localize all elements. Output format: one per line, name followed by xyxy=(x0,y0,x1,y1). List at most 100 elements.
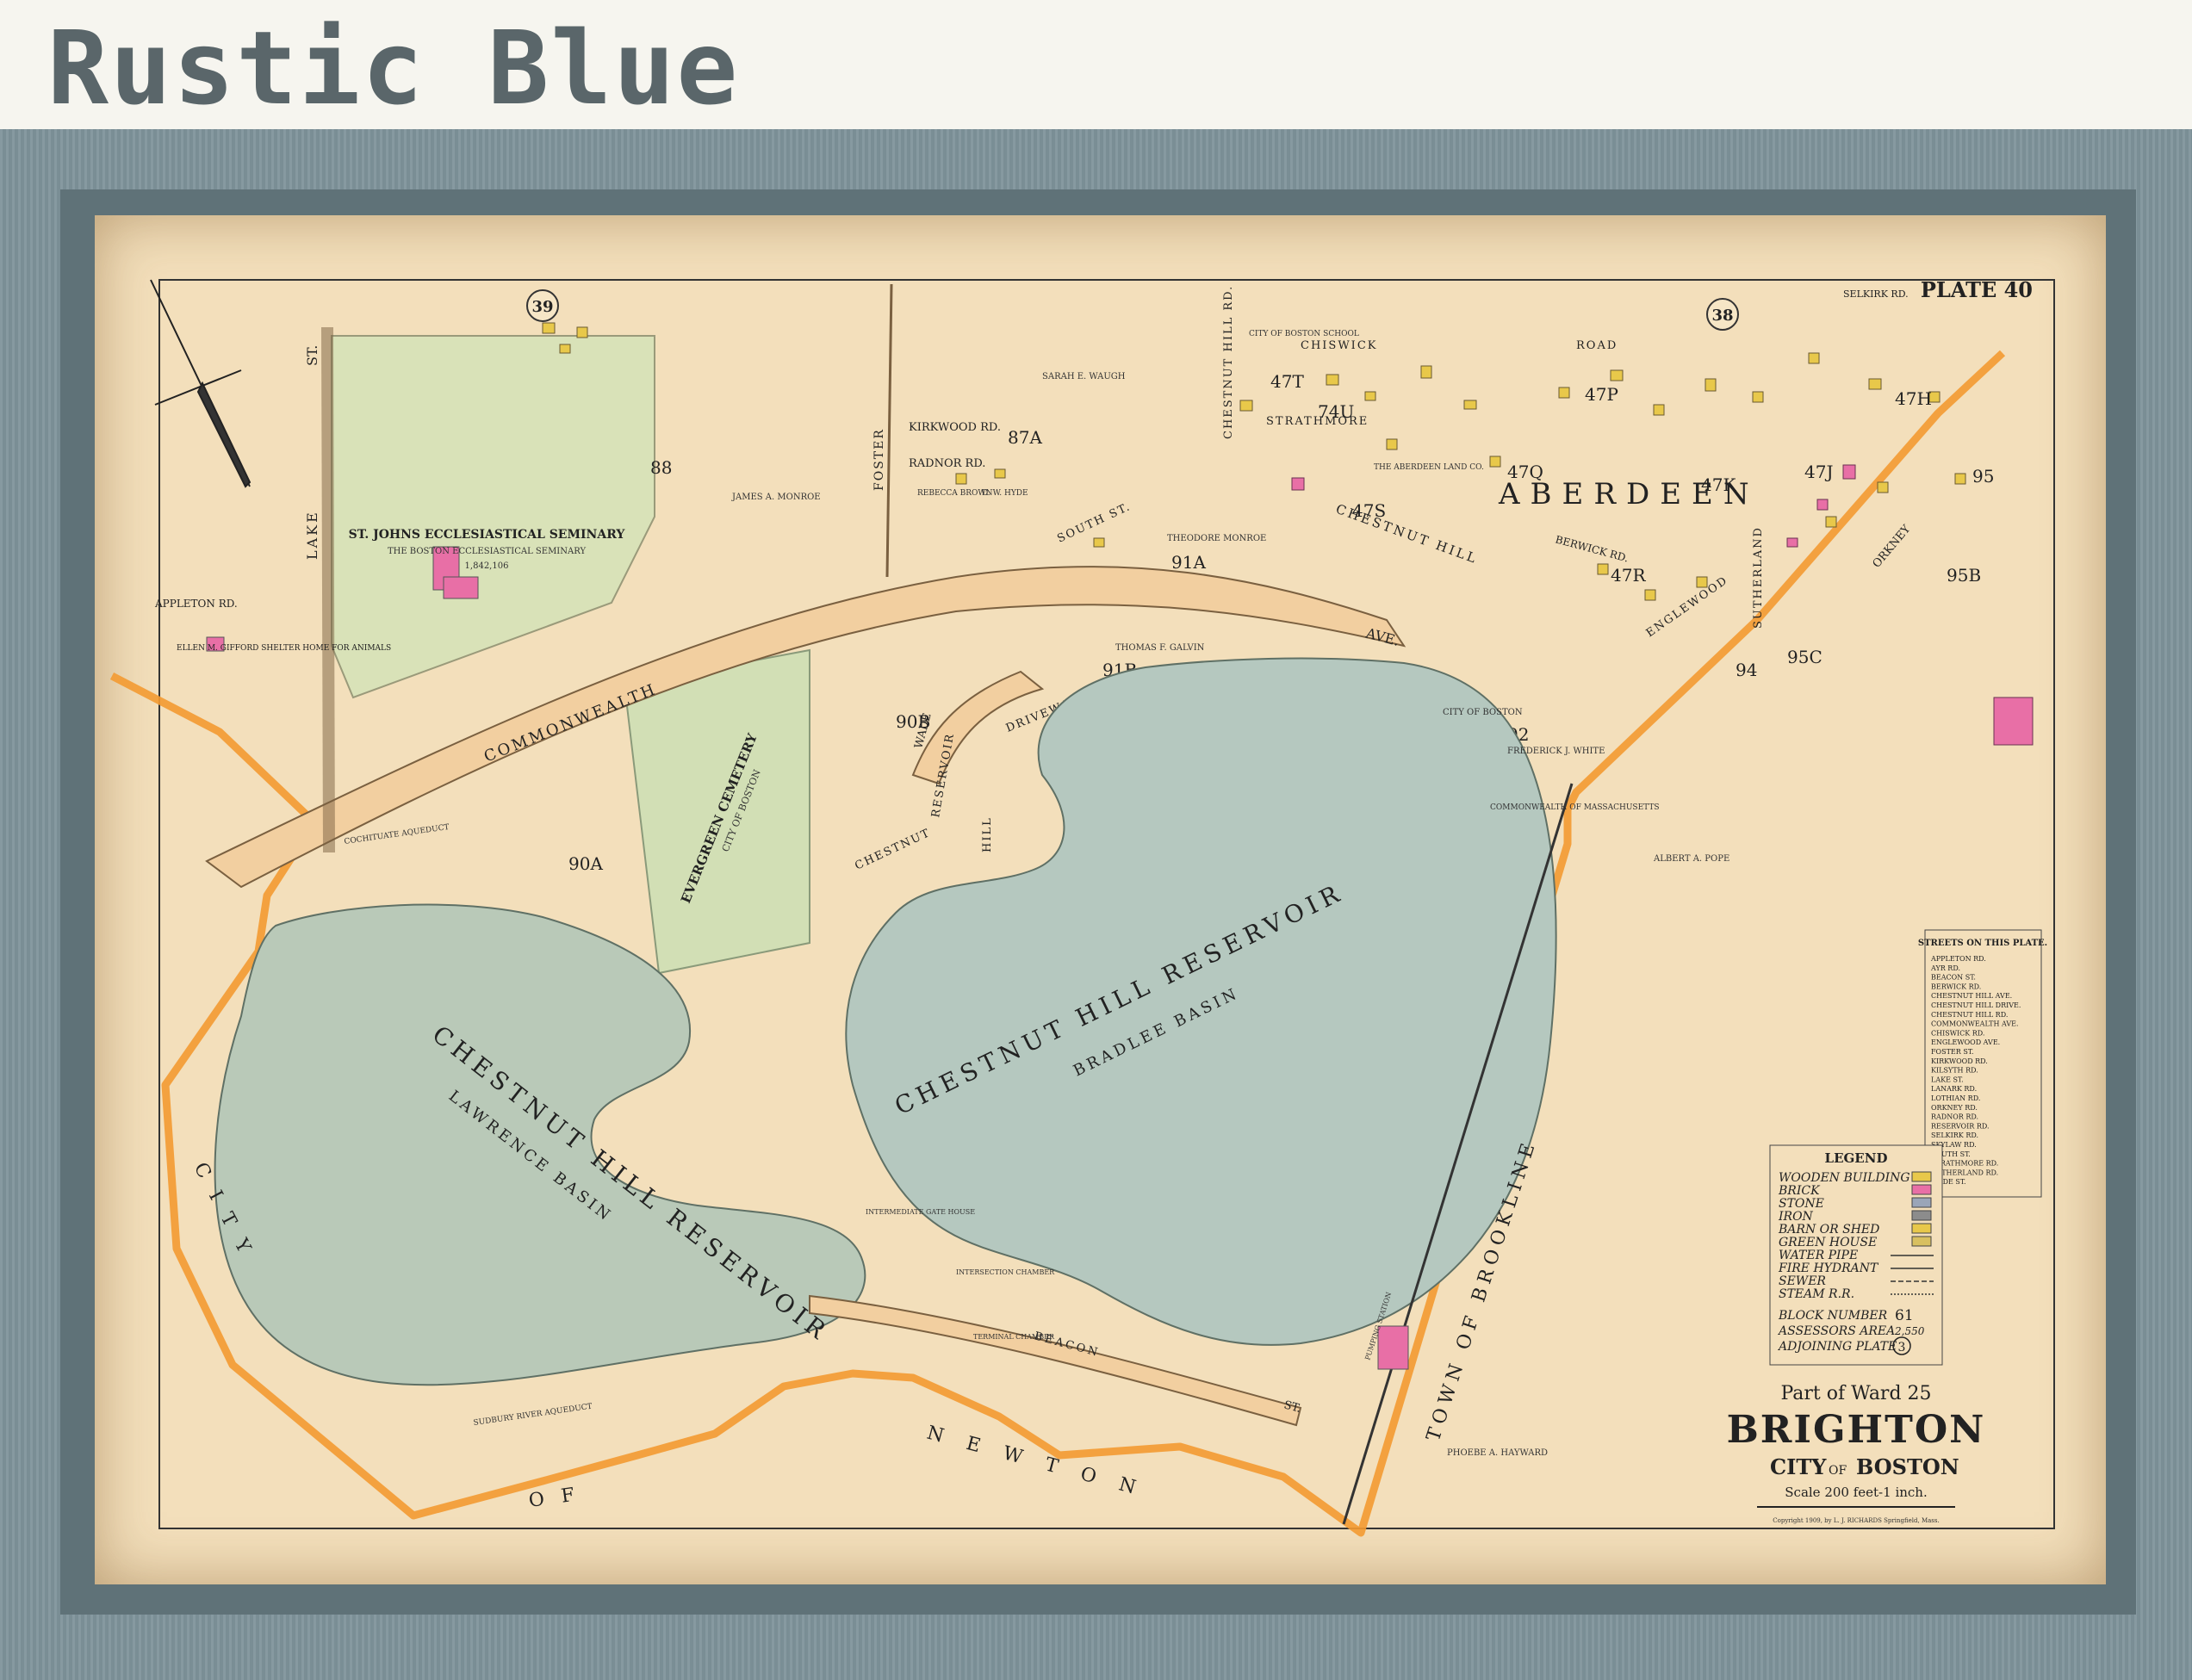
gate-house-label: INTERMEDIATE GATE HOUSE xyxy=(866,1208,975,1216)
scale-label: Scale 200 feet-1 inch. xyxy=(1785,1485,1927,1500)
legend-swatch xyxy=(1911,1210,1932,1221)
streets-list-heading: STREETS ON THIS PLATE. xyxy=(1918,939,2047,948)
streets-list-item: CHESTNUT HILL RD. xyxy=(1931,1011,2008,1019)
shelter-label: ELLEN M. GIFFORD SHELTER HOME FOR ANIMAL… xyxy=(177,644,391,653)
legend-assessors-area: ASSESSORS AREA xyxy=(1777,1324,1895,1338)
pumping-station xyxy=(1377,1325,1409,1370)
block-87a: 87A xyxy=(1008,427,1042,448)
owner-phoebe-hayward: PHOEBE A. HAYWARD xyxy=(1447,1448,1548,1458)
district-label: BRIGHTON xyxy=(1727,1408,1986,1452)
legend-item-label: WATER PIPE xyxy=(1779,1249,1858,1262)
seminary-area: 1,842,106 xyxy=(465,561,509,571)
streets-list-item: ENGLEWOOD AVE. xyxy=(1931,1038,2000,1046)
chiswick-label: CHISWICK xyxy=(1301,339,1377,352)
owner-aberdeen-land: THE ABERDEEN LAND CO. xyxy=(1374,463,1484,472)
legend-heading: LEGEND xyxy=(1825,1150,1888,1166)
title-bar: Rustic Blue xyxy=(0,0,2192,129)
seminary-label: ST. JOHNS ECCLESIASTICAL SEMINARY xyxy=(349,528,626,542)
streets-list-item: CHISWICK RD. xyxy=(1931,1029,1984,1037)
legend-item-label: WOODEN BUILDING xyxy=(1779,1171,1910,1185)
sutherland-label: SUTHERLAND xyxy=(1752,526,1765,629)
map-canvas: PLATE 40 ST. JOHNS ECCLESIASTICAL SEMINA… xyxy=(109,277,2055,1537)
seminary-wing xyxy=(443,576,479,599)
adjoining-plate-left: 39 xyxy=(531,298,553,316)
streets-list-item: BERWICK RD. xyxy=(1931,983,1981,990)
seminary-owner: THE BOSTON ECCLESIASTICAL SEMINARY xyxy=(388,547,587,556)
streets-list-item: AYR RD. xyxy=(1930,964,1960,972)
legend-item-label: IRON xyxy=(1778,1210,1814,1224)
streets-list-item: SELKIRK RD. xyxy=(1931,1131,1978,1139)
streets-list-item: CHESTNUT HILL DRIVE. xyxy=(1931,1001,2021,1009)
block-47q: 47Q xyxy=(1507,462,1543,482)
radnor-label: RADNOR RD. xyxy=(909,457,985,470)
streets-list-item: RESERVOIR RD. xyxy=(1931,1122,1990,1130)
page-title: Rustic Blue xyxy=(47,9,740,127)
title-block: Part of Ward 25 BRIGHTON CITY OF BOSTON … xyxy=(1727,1383,1986,1524)
streets-list-item: FOSTER ST. xyxy=(1931,1048,1974,1056)
lake-street-label: LAKE xyxy=(304,510,320,560)
block-47p: 47P xyxy=(1585,384,1618,405)
chestnut-label: CHESTNUT xyxy=(853,827,933,873)
legend-swatch xyxy=(1911,1236,1932,1247)
block-47h: 47H xyxy=(1895,388,1932,409)
streets-list-item: ORKNEY RD. xyxy=(1931,1104,1978,1112)
block-47r: 47R xyxy=(1611,565,1646,586)
block-88: 88 xyxy=(650,457,672,478)
road-label: ROAD xyxy=(1576,339,1618,352)
owner-dw-hyde: D. W. HYDE xyxy=(982,489,1028,498)
legend-item-label: SEWER xyxy=(1779,1274,1826,1288)
owner-frederick-white: FREDERICK J. WHITE xyxy=(1507,747,1605,756)
block-47s: 47S xyxy=(1352,500,1386,521)
plate-label: PLATE 40 xyxy=(1921,277,2033,302)
commonwealth-ave-suffix: AVE. xyxy=(1363,624,1401,649)
legend-item-label: STONE xyxy=(1779,1197,1824,1211)
kirkwood-label: KIRKWOOD RD. xyxy=(909,421,1001,434)
legend-item-label: STEAM R.R. xyxy=(1779,1287,1854,1301)
streets-list-item: LAKE ST. xyxy=(1931,1076,1964,1083)
owner-thomas-galvin: THOMAS F. GALVIN xyxy=(1115,643,1205,653)
hill-label: HILL xyxy=(981,816,994,852)
block-95: 95 xyxy=(1972,466,1994,487)
block-47k: 47K xyxy=(1701,474,1736,495)
block-95b: 95B xyxy=(1947,565,1981,586)
block-47t: 47T xyxy=(1270,371,1304,392)
chamber-label: INTERSECTION CHAMBER xyxy=(956,1268,1055,1276)
legend-block-number-value: 61 xyxy=(1895,1307,1914,1324)
lake-street xyxy=(321,326,335,853)
city-prefix: CITY xyxy=(1770,1454,1827,1479)
map-print: PLATE 40 ST. JOHNS ECCLESIASTICAL SEMINA… xyxy=(95,215,2106,1584)
ward-label: Part of Ward 25 xyxy=(1780,1383,1931,1404)
lawrence-basin xyxy=(214,903,866,1386)
block-74u: 74U xyxy=(1318,401,1354,422)
legend-swatch xyxy=(1911,1197,1932,1208)
terminal-label: TERMINAL CHAMBER xyxy=(973,1333,1055,1341)
owner-james-monroe: JAMES A. MONROE xyxy=(731,493,821,502)
orkney-label: ORKNEY xyxy=(1871,523,1914,571)
copyright-label: Copyright 1909, by L. J. RICHARDS Spring… xyxy=(1773,1517,1939,1524)
streets-list-item: LOTHIAN RD. xyxy=(1931,1094,1980,1102)
block-90a: 90A xyxy=(568,853,603,874)
owner-commonwealth: COMMONWEALTH OF MASSACHUSETTS xyxy=(1490,803,1660,812)
chestnut-hill-rd-label: CHESTNUT HILL RD. xyxy=(1222,285,1235,439)
streets-list-item: BEACON ST. xyxy=(1931,974,1976,982)
legend-item-label: GREEN HOUSE xyxy=(1779,1236,1877,1249)
streets-list-item: KILSYTH RD. xyxy=(1931,1067,1978,1075)
streets-list-item: LANARK RD. xyxy=(1931,1085,1977,1093)
legend-adjoining-plate: ADJOINING PLATE xyxy=(1777,1340,1897,1354)
appleton-label: APPLETON RD. xyxy=(154,598,238,610)
legend-block-number: BLOCK NUMBER xyxy=(1778,1309,1888,1323)
owner-theodore-monroe: THEODORE MONROE xyxy=(1167,534,1266,543)
city-suffix: BOSTON xyxy=(1856,1454,1959,1479)
streets-list-item: KIRKWOOD RD. xyxy=(1931,1057,1988,1065)
streets-list-item: CHESTNUT HILL AVE. xyxy=(1931,992,2012,1000)
legend-panel: LEGEND WOODEN BUILDINGBRICKSTONEIRONBARN… xyxy=(1769,1144,1943,1366)
city-of: OF xyxy=(1829,1464,1847,1478)
block-94: 94 xyxy=(1736,660,1757,680)
foster-label: FOSTER xyxy=(872,428,886,491)
block-47j: 47J xyxy=(1804,462,1833,482)
block-91a: 91A xyxy=(1171,552,1206,573)
englewood-label: ENGLEWOOD xyxy=(1644,573,1731,640)
legend-adjoining-value: 3 xyxy=(1898,1341,1906,1355)
compass-rose xyxy=(150,279,251,488)
owner-sarah-waugh: SARAH E. WAUGH xyxy=(1042,372,1126,381)
